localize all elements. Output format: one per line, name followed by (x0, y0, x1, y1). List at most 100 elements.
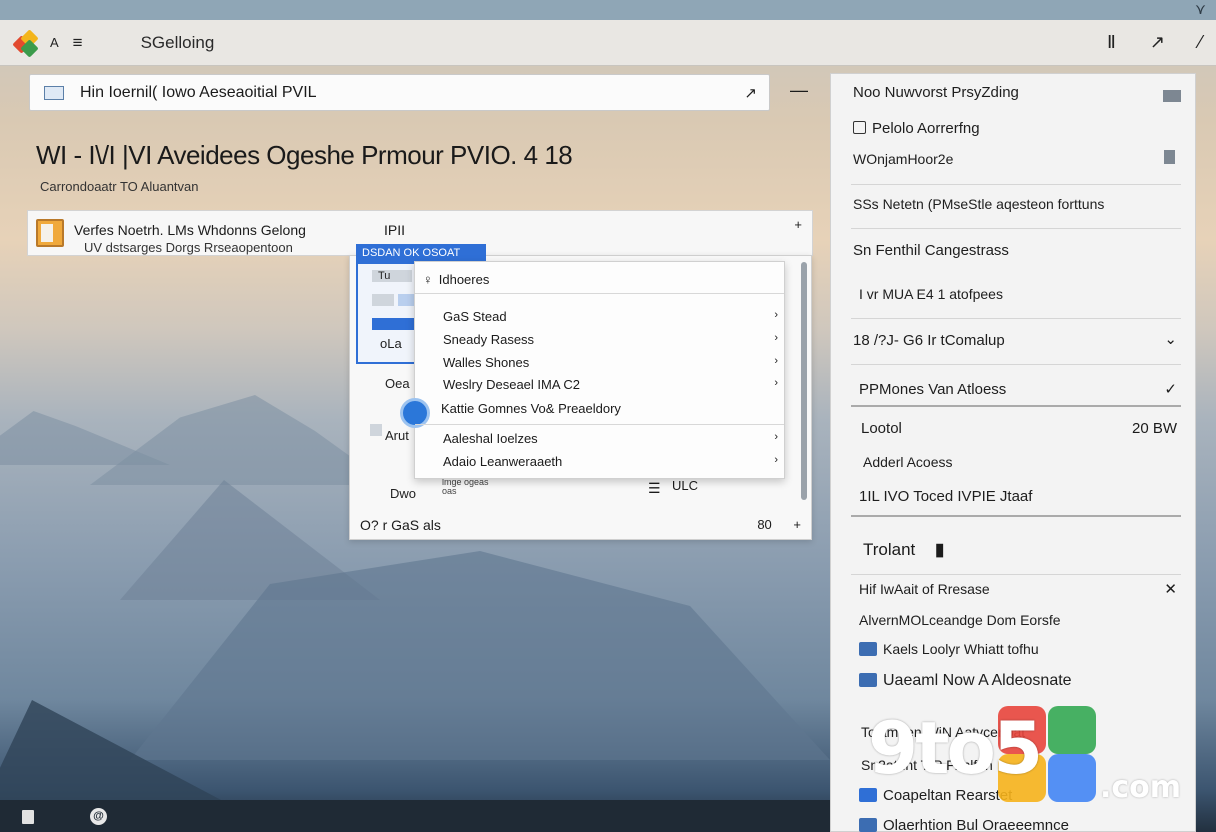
menu-item-label: Kattie Gomnes Vo& Preaeldory (441, 401, 621, 416)
list-item[interactable]: AlvernMOLceandge Dom Eorsfe (859, 612, 1061, 628)
chevron-right-icon: › (774, 355, 778, 367)
panel-separator (851, 515, 1181, 517)
add-icon[interactable]: + (793, 517, 801, 532)
menu-item[interactable]: Weslry Deseael IMA C2 › (443, 377, 778, 392)
pane-row (372, 294, 394, 306)
go-icon[interactable]: ↗ (744, 84, 757, 102)
menu-item[interactable]: Adaio Leanweraaeth › (443, 454, 778, 469)
panel-row[interactable]: SSs Netetn (PMseStle aqesteon forttuns (853, 196, 1104, 212)
menu-header: ♀ Idhoeres (423, 272, 489, 287)
panel-row-label: Pelolo Aorrerfng (872, 120, 980, 137)
chevron-right-icon: › (774, 431, 778, 443)
bulb-icon: ♀ (423, 272, 433, 287)
font-menu-button[interactable]: A (50, 35, 59, 50)
list-item-label: Uaeaml Now A Aldeosnate (883, 672, 1072, 689)
panel-row[interactable]: Pelolo Aorrerfng (853, 120, 980, 137)
checkbox[interactable] (370, 424, 382, 436)
panel-row[interactable]: WOnjamHoor2e (853, 151, 953, 167)
file-icon[interactable] (1164, 150, 1175, 164)
close-icon[interactable]: ✕ (1164, 580, 1177, 598)
panel-separator (851, 318, 1181, 319)
list-item[interactable]: Olaerhtion Bul Oraeeemnce (859, 817, 1069, 832)
panel-row[interactable]: PPMones Van Atloess (859, 381, 1006, 398)
menu-item-label: GaS Stead (443, 309, 507, 324)
checkbox[interactable] (853, 121, 866, 134)
add-icon[interactable]: + (794, 217, 802, 232)
menu-separator (415, 293, 784, 294)
browser-icon[interactable]: @ (90, 808, 107, 825)
list-item[interactable]: Uaeaml Now A Aldeosnate (859, 672, 1072, 690)
pane-label: oLa (380, 336, 402, 351)
window-icon[interactable] (1163, 90, 1181, 102)
menu-item[interactable]: Walles Shones › (443, 355, 778, 370)
scrollbar[interactable] (801, 262, 807, 500)
menu-separator (415, 424, 784, 425)
panel-row[interactable]: Lootol (861, 420, 902, 437)
desktop-strip (0, 0, 1216, 20)
menu-item[interactable]: Sneady Rasess › (443, 332, 778, 347)
section-title: Trolant (863, 540, 916, 559)
menu-item-label: Weslry Deseael IMA C2 (443, 377, 581, 392)
list-item-icon (859, 818, 877, 832)
page-title: WI - I\/I |VI Aveidees Ogeshe Prmour PVI… (36, 140, 573, 170)
menu-item-label: Sneady Rasess (443, 332, 535, 347)
selection-pane[interactable]: Tu oLa (356, 262, 418, 364)
watermark-logo: 9to5 .com (868, 700, 1188, 810)
check-icon[interactable]: ✓ (1164, 380, 1177, 398)
menu-item[interactable]: GaS Stead › (443, 309, 778, 324)
dialog-label: Arut (385, 428, 409, 443)
panel-separator (851, 228, 1181, 229)
panel-row[interactable]: Adderl Acoess (863, 454, 953, 470)
menu-item-focused[interactable]: Kattie Gomnes Vo& Preaeldory (441, 401, 776, 416)
panel-row[interactable]: Noo Nuwvorst PrsyZding (853, 84, 1019, 101)
small-note: lmge ogeas oas (442, 478, 489, 496)
pane-row-selected (372, 318, 418, 330)
dialog-label: Oea (385, 376, 410, 391)
chevron-right-icon: › (774, 454, 778, 466)
file-explorer-icon[interactable] (22, 810, 34, 824)
chevron-down-icon[interactable]: ⌄ (1164, 330, 1177, 348)
panel-row[interactable]: Sn Fenthil Cangestrass (853, 242, 1009, 259)
list-item-icon (859, 642, 877, 656)
hamburger-menu-icon[interactable]: ≡ (73, 33, 83, 53)
panel-row[interactable]: 18 /?J- G6 Ir tComalup (853, 332, 1005, 349)
watermark-domain: .com (1100, 770, 1182, 805)
page-subtitle: Carrondoaatr TO Aluantvan (40, 179, 199, 194)
pane-row (398, 294, 414, 306)
address-value: Hin Ioernil( Iowo Aeseaoitial PVIL (80, 83, 317, 101)
list-item[interactable]: Hif IwAait of Rresase (859, 581, 990, 597)
menu-item[interactable]: Aaleshal Ioelzes › (443, 431, 778, 446)
count-value: 80 (757, 517, 772, 532)
watermark-square-blue (1048, 754, 1096, 802)
folder-icon (36, 219, 64, 247)
menu-header-label: Idhoeres (438, 272, 490, 287)
window-title: SGelloing (140, 32, 215, 52)
file-tag: IPII (384, 222, 406, 238)
list-item[interactable]: Kaels Loolyr Whiatt tofhu (859, 641, 1039, 657)
app-logo-icon (12, 28, 39, 58)
watermark-square-green (1048, 706, 1096, 754)
taskbar: @ (0, 800, 830, 832)
pin-icon[interactable]: Ⅱ (1107, 32, 1116, 53)
pen-alt-icon[interactable]: ⁄ (1199, 32, 1202, 53)
panel-row-value: 20 BW (1131, 420, 1177, 437)
list-item-icon (859, 673, 877, 687)
menu-item-label: Adaio Leanweraaeth (443, 454, 563, 469)
panel-separator (851, 405, 1181, 407)
panel-row[interactable]: 1IL IVO Toced IVPIE Jtaaf (859, 488, 1032, 505)
menu-item-label: Walles Shones (443, 355, 530, 370)
window-titlebar: A ≡ SGelloing Ⅱ ↗ ⁄ (0, 20, 1216, 66)
chevron-right-icon: › (774, 309, 778, 321)
minimize-pane-button[interactable]: — (790, 80, 808, 101)
address-field[interactable]: Hin Ioernil( Iowo Aeseaoitial PVIL ↗ (29, 74, 770, 111)
dialog-value: ULC (672, 478, 699, 493)
dialog-count: 80 + (757, 517, 801, 532)
document-icon (44, 85, 64, 100)
panel-separator (851, 184, 1181, 185)
chevron-right-icon: › (774, 377, 778, 389)
panel-row[interactable]: I vr MUA E4 1 atofpees (859, 286, 1003, 302)
list-item-label: Olaerhtion Bul Oraeeemnce (883, 817, 1069, 832)
pane-label: Tu (378, 270, 391, 282)
pen-icon[interactable]: ↗ (1150, 32, 1165, 53)
dialog-status: O? r GaS als (360, 517, 441, 533)
